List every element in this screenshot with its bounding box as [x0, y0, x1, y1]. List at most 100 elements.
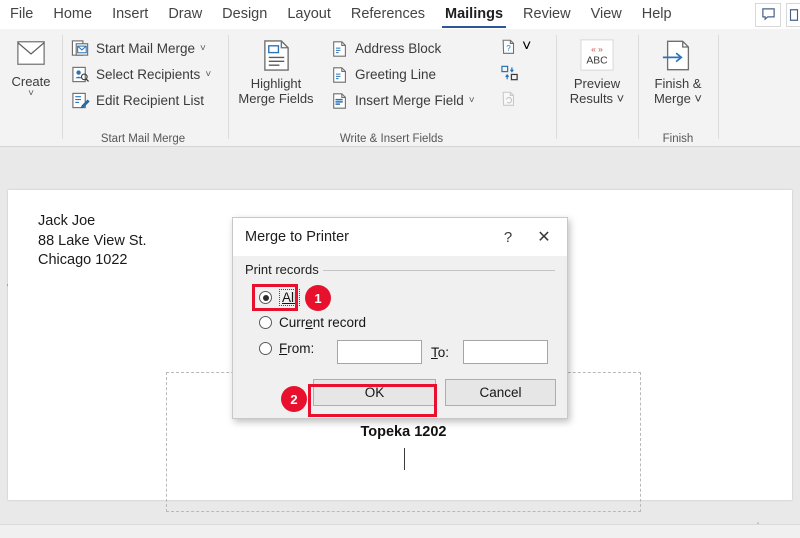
status-bar	[0, 524, 800, 538]
radio-current-record[interactable]	[259, 316, 272, 329]
all-radio-option[interactable]: All	[259, 289, 301, 306]
tab-label: Help	[641, 6, 672, 22]
ribbon-group-preview-results: « » ABC Preview Results ˅	[557, 29, 637, 147]
chevron-down-icon[interactable]: ˅	[691, 91, 702, 106]
finish-and-merge-icon	[661, 35, 695, 75]
rules-icon[interactable]: ? ˅	[500, 38, 531, 56]
insert-merge-field-label: Insert Merge Field	[355, 93, 464, 108]
ribbon-group-create: Create ˅	[0, 29, 62, 147]
radio-from[interactable]	[259, 342, 272, 355]
close-icon[interactable]: ✕	[527, 218, 561, 256]
help-icon[interactable]: ?	[491, 218, 525, 256]
tab-view[interactable]: View	[581, 0, 632, 29]
share-icon[interactable]	[786, 2, 800, 27]
address-block-icon	[329, 38, 350, 59]
text-caret	[403, 448, 405, 470]
match-fields-icon[interactable]	[500, 64, 520, 83]
to-label: To:	[431, 345, 450, 360]
edit-recipient-list-icon	[70, 90, 91, 111]
insert-merge-field-icon	[329, 90, 350, 111]
chevron-down-icon[interactable]: ˅	[200, 43, 206, 54]
highlight-merge-fields-button[interactable]: Highlight Merge Fields	[233, 35, 319, 106]
tab-mailings[interactable]: Mailings	[435, 0, 513, 29]
cancel-button[interactable]: Cancel	[445, 379, 556, 406]
tab-label: Design	[222, 6, 268, 22]
create-button-label: Create	[11, 74, 51, 89]
insert-merge-field-button[interactable]: Insert Merge Field ˅	[329, 88, 475, 113]
chevron-down-icon[interactable]: ˅	[469, 95, 475, 106]
from-radio-option[interactable]: From:	[259, 341, 314, 356]
start-mail-merge-icon	[70, 38, 91, 59]
tab-draw[interactable]: Draw	[158, 0, 212, 29]
ribbon-group-start-mail-merge: Start Mail Merge ˅ Select Recipients ˅ E…	[63, 29, 223, 147]
finish-and-merge-label-1: Finish &	[654, 76, 702, 91]
textbox-text: Topeka 1202	[360, 424, 447, 440]
tab-label: View	[590, 6, 622, 22]
highlight-merge-fields-icon	[261, 35, 292, 75]
address-block-button[interactable]: Address Block	[329, 36, 441, 61]
group-separator	[718, 35, 719, 139]
ok-button[interactable]: OK	[313, 379, 436, 406]
greeting-line-label: Greeting Line	[355, 67, 437, 82]
envelope-icon	[15, 33, 47, 73]
tab-file[interactable]: File	[0, 0, 43, 29]
tab-layout[interactable]: Layout	[277, 0, 341, 29]
to-input[interactable]	[463, 340, 548, 364]
tab-help[interactable]: Help	[632, 0, 682, 29]
chevron-down-icon[interactable]: ˅	[522, 38, 531, 56]
dialog-title: Merge to Printer	[245, 229, 349, 245]
from-input[interactable]	[337, 340, 422, 364]
current-record-radio-option[interactable]: Current record	[259, 315, 366, 330]
select-recipients-button[interactable]: Select Recipients ˅	[70, 62, 211, 87]
edit-recipient-list-label: Edit Recipient List	[96, 93, 205, 108]
tab-label: Review	[523, 6, 571, 22]
tab-label: File	[10, 6, 34, 22]
tab-design[interactable]: Design	[212, 0, 277, 29]
ribbon: Create ˅ Start Mail Merge ˅ Select Recip…	[0, 29, 800, 147]
svg-text:« »: « »	[591, 44, 603, 54]
dialog-titlebar: Merge to Printer ? ✕	[233, 218, 567, 256]
tab-label: Layout	[287, 6, 331, 22]
tab-insert[interactable]: Insert	[102, 0, 158, 29]
annotation-badge-1: 1	[305, 285, 331, 311]
finish-and-merge-label-2: Merge	[653, 91, 691, 106]
update-labels-icon	[500, 90, 518, 108]
preview-results-label-2: Results	[569, 91, 614, 106]
address-line-2: 88 Lake View St.	[38, 232, 147, 249]
tab-home[interactable]: Home	[43, 0, 102, 29]
address-block-text: Jack Joe 88 Lake View St. Chicago 1022	[38, 212, 147, 271]
address-line-1: Jack Joe	[38, 213, 96, 229]
svg-text:ABC: ABC	[586, 56, 608, 67]
greeting-line-button[interactable]: Greeting Line	[329, 62, 436, 87]
group-label-finish: Finish	[662, 133, 694, 145]
chevron-down-icon[interactable]: ˅	[205, 69, 211, 80]
radio-all-label: All	[279, 289, 301, 306]
greeting-line-icon	[329, 64, 350, 85]
radio-current-record-label: Current record	[279, 315, 367, 330]
start-mail-merge-label: Start Mail Merge	[96, 41, 196, 56]
tab-label: Mailings	[445, 6, 504, 22]
tab-label: Draw	[168, 6, 203, 22]
ribbon-tabbar: File Home Insert Draw Design Layout Refe…	[0, 0, 800, 29]
comment-icon[interactable]	[755, 2, 781, 27]
address-line-3: Chicago 1022	[38, 252, 128, 268]
merge-to-printer-dialog: Merge to Printer ? ✕ Print records All C…	[232, 217, 568, 419]
tab-references[interactable]: References	[341, 0, 435, 29]
highlight-merge-fields-label-2: Merge Fields	[238, 91, 314, 106]
tab-label: References	[350, 6, 426, 22]
finish-and-merge-button[interactable]: Finish & Merge ˅	[641, 35, 715, 106]
create-button[interactable]: Create ˅	[0, 33, 68, 99]
preview-results-button[interactable]: « » ABC Preview Results ˅	[560, 35, 634, 106]
ribbon-group-finish: Finish & Merge ˅ Finish	[639, 29, 717, 147]
edit-recipient-list-button[interactable]: Edit Recipient List	[70, 88, 204, 113]
radio-all[interactable]	[259, 291, 272, 304]
chevron-down-icon[interactable]: ˅	[28, 89, 34, 99]
group-label-start-mail-merge: Start Mail Merge	[100, 133, 186, 145]
tab-review[interactable]: Review	[513, 0, 581, 29]
address-block-label: Address Block	[355, 41, 442, 56]
chevron-down-icon[interactable]: ˅	[613, 91, 625, 106]
start-mail-merge-button[interactable]: Start Mail Merge ˅	[70, 36, 206, 61]
annotation-badge-2: 2	[281, 386, 307, 412]
select-recipients-label: Select Recipients	[96, 67, 201, 82]
word-window: File Home Insert Draw Design Layout Refe…	[0, 0, 800, 538]
